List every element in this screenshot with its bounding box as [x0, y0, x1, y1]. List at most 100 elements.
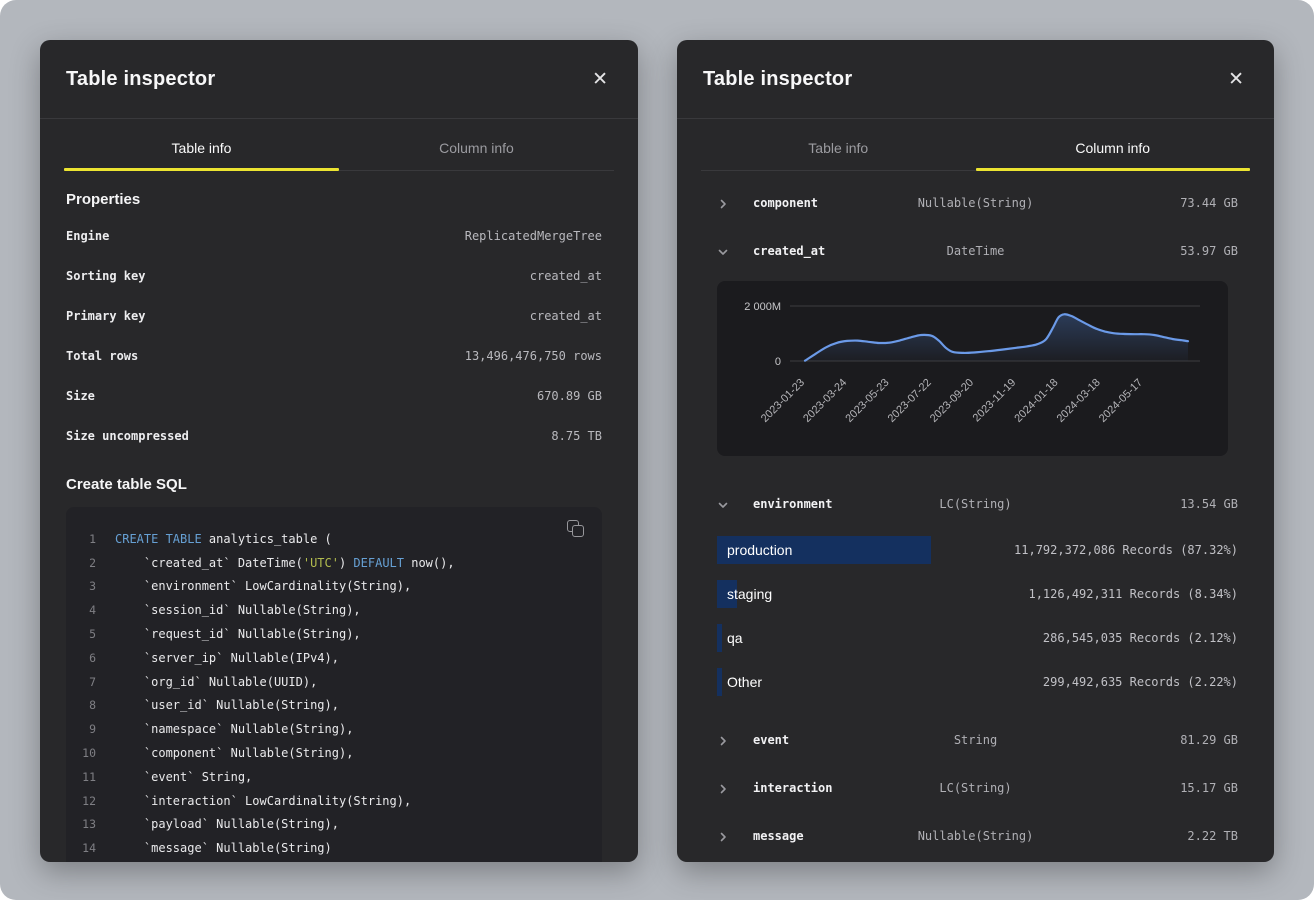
table-inspector-modal-column-info: Table inspector ✕ Table info Column info… — [677, 40, 1274, 862]
code-token: now(), — [404, 556, 455, 570]
column-name: created_at — [753, 244, 825, 258]
property-row: Size uncompressed8.75 TB — [66, 416, 602, 456]
env-value-cell: qa — [717, 624, 743, 652]
code-token: 'UTC' — [303, 556, 339, 570]
env-value-cell: staging — [717, 580, 772, 608]
line-number: 2 — [66, 556, 96, 570]
sql-code-line: 11 `event` String, — [66, 765, 602, 789]
column-type: LC(String) — [939, 781, 1011, 795]
created-at-area-chart: 2 000M02023-01-232023-03-242023-05-23202… — [717, 281, 1228, 456]
close-icon[interactable]: ✕ — [586, 66, 614, 93]
line-number: 14 — [66, 841, 96, 855]
property-row: Total rows 13,496,476,750 rows — [66, 336, 602, 376]
code-token: `environment` LowCardinality(String), — [115, 579, 411, 593]
property-row: Sorting keycreated_at — [66, 256, 602, 296]
tab-bar: Table info Column info — [701, 119, 1250, 171]
sql-code-line: 4 `session_id` Nullable(String), — [66, 598, 602, 622]
env-value-records: 1,126,492,311 Records (8.34%) — [1028, 587, 1238, 601]
sql-code-line: 13 `payload` Nullable(String), — [66, 813, 602, 837]
column-size: 13.54 GB — [1180, 497, 1238, 511]
tab-table-info[interactable]: Table info — [701, 119, 976, 170]
property-value: created_at — [530, 269, 602, 283]
x-axis-tick-label: 2023-03-24 — [801, 377, 849, 425]
code-token: `event` String, — [115, 770, 252, 784]
env-value-records: 11,792,372,086 Records (87.32%) — [1014, 543, 1238, 557]
x-axis-tick-label: 2023-07-22 — [886, 377, 934, 425]
page-title: Table inspector — [703, 68, 852, 91]
column-type: LC(String) — [939, 497, 1011, 511]
column-name: component — [753, 196, 818, 210]
env-value-cell: Other — [717, 668, 762, 696]
line-number: 7 — [66, 675, 96, 689]
line-number: 1 — [66, 532, 96, 546]
property-label: Total rows — [66, 349, 138, 363]
chevron-right-icon[interactable] — [717, 830, 729, 842]
column-row-message[interactable]: messageNullable(String)2.22 TB — [677, 812, 1274, 860]
property-value: 670.89 GB — [537, 389, 602, 403]
column-type: Nullable(String) — [918, 829, 1034, 843]
chevron-down-icon[interactable] — [717, 245, 729, 257]
property-label: Primary key — [66, 309, 145, 323]
column-size: 73.44 GB — [1180, 196, 1238, 210]
chevron-right-icon[interactable] — [717, 782, 729, 794]
y-axis-tick-label: 0 — [775, 356, 781, 368]
sql-code-line: 8 `user_id` Nullable(String), — [66, 694, 602, 718]
chevron-right-icon[interactable] — [717, 734, 729, 746]
column-size: 2.22 TB — [1187, 829, 1238, 843]
x-axis-tick-label: 2024-05-17 — [1097, 377, 1145, 425]
created-at-chart-panel: 2 000M02023-01-232023-03-242023-05-23202… — [717, 281, 1228, 456]
x-axis-tick-label: 2023-11-19 — [971, 377, 1019, 425]
sql-code-line: 2 `created_at` DateTime('UTC') DEFAULT n… — [66, 551, 602, 575]
chevron-down-icon[interactable] — [717, 498, 729, 510]
tab-bar: Table info Column info — [64, 119, 614, 171]
code-token: `server_ip` Nullable(IPv4), — [115, 651, 339, 665]
chevron-right-icon[interactable] — [717, 197, 729, 209]
column-row-environment[interactable]: environmentLC(String)13.54 GB — [677, 480, 1274, 528]
line-number: 11 — [66, 770, 96, 784]
line-number: 3 — [66, 579, 96, 593]
env-value-row: Other299,492,635 Records (2.22%) — [677, 660, 1274, 704]
desktop-background: Table inspector ✕ Table info Column info… — [0, 0, 1314, 900]
x-axis-tick-label: 2024-01-18 — [1012, 377, 1060, 425]
sql-code-line: 3 `environment` LowCardinality(String), — [66, 575, 602, 599]
table-inspector-modal-table-info: Table inspector ✕ Table info Column info… — [40, 40, 638, 862]
close-icon[interactable]: ✕ — [1222, 66, 1250, 93]
line-number: 9 — [66, 722, 96, 736]
sql-code-line: 12 `interaction` LowCardinality(String), — [66, 789, 602, 813]
create-table-sql-heading: Create table SQL — [66, 476, 602, 493]
line-number: 12 — [66, 794, 96, 808]
code-token: `session_id` Nullable(String), — [115, 603, 361, 617]
env-value-cell: production — [717, 536, 792, 564]
line-number: 5 — [66, 627, 96, 641]
column-name: interaction — [753, 781, 832, 795]
column-type: DateTime — [947, 244, 1005, 258]
property-label: Engine — [66, 229, 109, 243]
sql-code-line: 9 `namespace` Nullable(String), — [66, 717, 602, 741]
env-value-row: qa 286,545,035 Records (2.12%) — [677, 616, 1274, 660]
column-row-interaction[interactable]: interactionLC(String)15.17 GB — [677, 764, 1274, 812]
column-info-list: componentNullable(String)73.44 GBcreated… — [677, 171, 1274, 860]
sql-code-line: 10 `component` Nullable(String), — [66, 741, 602, 765]
area-fill — [805, 314, 1188, 361]
column-row-event[interactable]: eventString81.29 GB — [677, 716, 1274, 764]
property-row: EngineReplicatedMergeTree — [66, 216, 602, 256]
tab-column-info[interactable]: Column info — [976, 119, 1251, 170]
copy-icon[interactable] — [566, 519, 586, 539]
property-value: created_at — [530, 309, 602, 323]
env-value-records: 286,545,035 Records (2.12%) — [1043, 631, 1238, 645]
tab-column-info[interactable]: Column info — [339, 119, 614, 170]
env-value-label: qa — [717, 630, 743, 646]
modal-header: Table inspector ✕ — [677, 40, 1274, 119]
env-value-row: production 11,792,372,086 Records (87.32%… — [677, 528, 1274, 572]
sql-code-line: 14 `message` Nullable(String) — [66, 836, 602, 860]
column-row-created_at[interactable]: created_atDateTime53.97 GB — [677, 227, 1274, 275]
column-row-component[interactable]: componentNullable(String)73.44 GB — [677, 179, 1274, 227]
sql-code-line: 6 `server_ip` Nullable(IPv4), — [66, 646, 602, 670]
properties-list: EngineReplicatedMergeTreeSorting keycrea… — [66, 216, 602, 456]
property-label: Size — [66, 389, 95, 403]
tab-table-info[interactable]: Table info — [64, 119, 339, 170]
property-value: 13,496,476,750 rows — [465, 349, 602, 363]
property-row: Primary key created_at — [66, 296, 602, 336]
env-value-label: staging — [717, 586, 772, 602]
x-axis-tick-label: 2023-01-23 — [759, 377, 807, 425]
